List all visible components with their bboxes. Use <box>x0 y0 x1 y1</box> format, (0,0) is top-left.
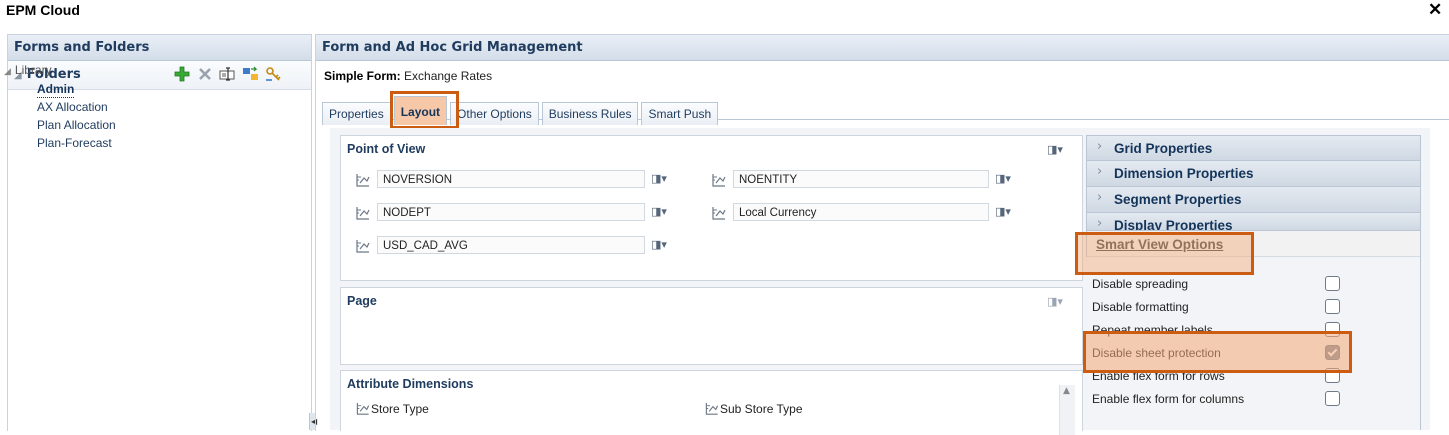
accordion-label: Smart View Options <box>1096 237 1224 252</box>
chevron-right-icon: › <box>1097 139 1103 154</box>
tab-properties[interactable]: Properties <box>322 102 391 125</box>
member-selector-icon <box>356 402 370 415</box>
tree-item-label: Admin <box>37 82 75 98</box>
attribute-store-type[interactable]: Store Type <box>355 401 429 416</box>
accordion-grid-properties[interactable]: › Grid Properties <box>1086 135 1421 161</box>
flex-form-rows-checkbox[interactable] <box>1325 368 1340 383</box>
option-disable-formatting: Disable formatting <box>1086 297 1421 320</box>
tab-smart-push[interactable]: Smart Push <box>641 102 719 125</box>
accordion-border <box>1420 135 1421 430</box>
repeat-member-labels-checkbox[interactable] <box>1325 322 1340 337</box>
disable-spreading-checkbox[interactable] <box>1325 276 1340 291</box>
option-enable-flex-form-rows: Enable flex form for rows <box>1086 366 1421 389</box>
option-repeat-member-labels: Repeat member labels <box>1086 320 1421 343</box>
member-selector-icon[interactable] <box>711 172 727 188</box>
accordion-label: Segment Properties <box>1114 192 1242 207</box>
accordion-smart-view-options[interactable]: Smart View Options <box>1086 231 1421 257</box>
add-icon[interactable] <box>172 65 191 83</box>
tree-root-label: Library <box>14 63 52 77</box>
move-icon[interactable] <box>241 65 260 83</box>
tree-item-label: Plan-Forecast <box>37 136 112 150</box>
option-enable-flex-form-columns: Enable flex form for columns <box>1086 389 1421 412</box>
attribute-dimensions-title: Attribute Dimensions <box>347 377 474 391</box>
option-label: Enable flex form for columns <box>1092 392 1245 406</box>
pov-member-noentity[interactable]: NOENTITY <box>733 170 989 188</box>
member-picker-icon[interactable]: ◨▾ <box>651 238 667 251</box>
close-icon[interactable]: ✕ <box>1428 0 1442 20</box>
option-label: Disable formatting <box>1092 300 1189 314</box>
member-selector-icon[interactable] <box>355 238 371 254</box>
rename-icon[interactable] <box>218 65 237 83</box>
tab-bar: Properties Layout Other Options Business… <box>322 96 721 125</box>
page-title: Page <box>347 294 377 308</box>
option-label: Disable spreading <box>1092 277 1189 291</box>
pov-section: Point of View ◨▾ NOVERSION ◨▾ NOENTITY ◨… <box>340 135 1083 281</box>
dimension-picker-icon[interactable]: ◨▾ <box>1047 295 1063 308</box>
attribute-label: Store Type <box>371 402 429 416</box>
assign-access-icon[interactable] <box>264 65 283 83</box>
tree-item-plan-allocation[interactable]: Plan Allocation <box>4 116 116 134</box>
pov-member-nodept[interactable]: NODEPT <box>377 203 645 221</box>
option-label: Enable flex form for rows <box>1092 369 1225 383</box>
accordion-label: Dimension Properties <box>1114 166 1254 181</box>
forms-and-folders-header: Forms and Folders <box>8 35 311 61</box>
flex-form-columns-checkbox[interactable] <box>1325 391 1340 406</box>
simple-form-name: Exchange Rates <box>404 69 493 83</box>
member-selector-icon[interactable] <box>355 172 371 188</box>
member-selector-icon[interactable] <box>711 205 727 221</box>
folder-tree: ◢ Library Admin AX Allocation Plan Alloca… <box>4 61 116 152</box>
option-label: Repeat member labels <box>1092 323 1213 337</box>
delete-icon[interactable] <box>195 65 214 83</box>
tree-item-plan-forecast[interactable]: Plan-Forecast <box>4 134 116 152</box>
pov-member-usd-cad-avg[interactable]: USD_CAD_AVG <box>377 236 645 254</box>
dimension-picker-icon[interactable]: ◨▾ <box>1047 143 1063 156</box>
scroll-up-icon[interactable]: ▲ <box>1063 386 1070 396</box>
simple-form-title: Simple Form: Exchange Rates <box>324 69 492 83</box>
tab-business-rules[interactable]: Business Rules <box>541 102 639 125</box>
chevron-right-icon: › <box>1097 190 1103 205</box>
accordion-display-properties[interactable]: › Display Properties <box>1086 213 1421 231</box>
pov-member-local-currency[interactable]: Local Currency <box>733 203 989 221</box>
tab-layout[interactable]: Layout <box>393 96 448 125</box>
accordion-segment-properties[interactable]: › Segment Properties <box>1086 187 1421 213</box>
form-management-header: Form and Ad Hoc Grid Management <box>316 35 1449 61</box>
accordion-label: Grid Properties <box>1114 141 1213 156</box>
tree-item-label: AX Allocation <box>37 100 108 114</box>
member-picker-icon[interactable]: ◨▾ <box>995 172 1011 185</box>
tab-other-options[interactable]: Other Options <box>450 102 539 125</box>
smart-view-options-list: Disable spreading Disable formatting Rep… <box>1086 274 1421 412</box>
member-selector-icon[interactable] <box>355 205 371 221</box>
chevron-right-icon: › <box>1097 216 1103 231</box>
properties-accordion: › Grid Properties › Dimension Properties… <box>1086 135 1421 257</box>
member-picker-icon[interactable]: ◨▾ <box>651 172 667 185</box>
tree-root-library[interactable]: ◢ Library <box>4 61 116 80</box>
tree-item-label: Plan Allocation <box>37 118 116 132</box>
tree-item-admin[interactable]: Admin <box>4 80 116 98</box>
option-label: Disable sheet protection <box>1092 346 1221 360</box>
simple-form-label: Simple Form: <box>324 69 401 83</box>
attribute-dimensions-section: Attribute Dimensions Store Type Sub Stor… <box>340 370 1083 435</box>
accordion-dimension-properties[interactable]: › Dimension Properties <box>1086 161 1421 187</box>
member-selector-icon <box>705 402 719 415</box>
page-section: Page ◨▾ <box>340 287 1083 365</box>
member-picker-icon[interactable]: ◨▾ <box>995 205 1011 218</box>
attribute-label: Sub Store Type <box>720 402 803 416</box>
collapse-triangle-icon[interactable]: ◢ <box>4 66 11 76</box>
accordion-label: Display Properties <box>1114 218 1233 231</box>
tree-item-ax-allocation[interactable]: AX Allocation <box>4 98 116 116</box>
chevron-right-icon: › <box>1097 164 1103 179</box>
pov-title: Point of View <box>347 142 426 156</box>
member-picker-icon[interactable]: ◨▾ <box>651 205 667 218</box>
disable-sheet-protection-checkbox[interactable] <box>1325 345 1340 360</box>
option-disable-spreading: Disable spreading <box>1086 274 1421 297</box>
pov-member-noversion[interactable]: NOVERSION <box>377 170 645 188</box>
title-bar: EPM Cloud ✕ <box>0 0 1449 24</box>
vertical-scrollbar[interactable]: ▲ <box>1059 385 1075 435</box>
disable-formatting-checkbox[interactable] <box>1325 299 1340 314</box>
app-title: EPM Cloud <box>6 2 80 18</box>
attribute-sub-store-type[interactable]: Sub Store Type <box>704 401 803 416</box>
option-disable-sheet-protection: Disable sheet protection <box>1086 343 1421 366</box>
